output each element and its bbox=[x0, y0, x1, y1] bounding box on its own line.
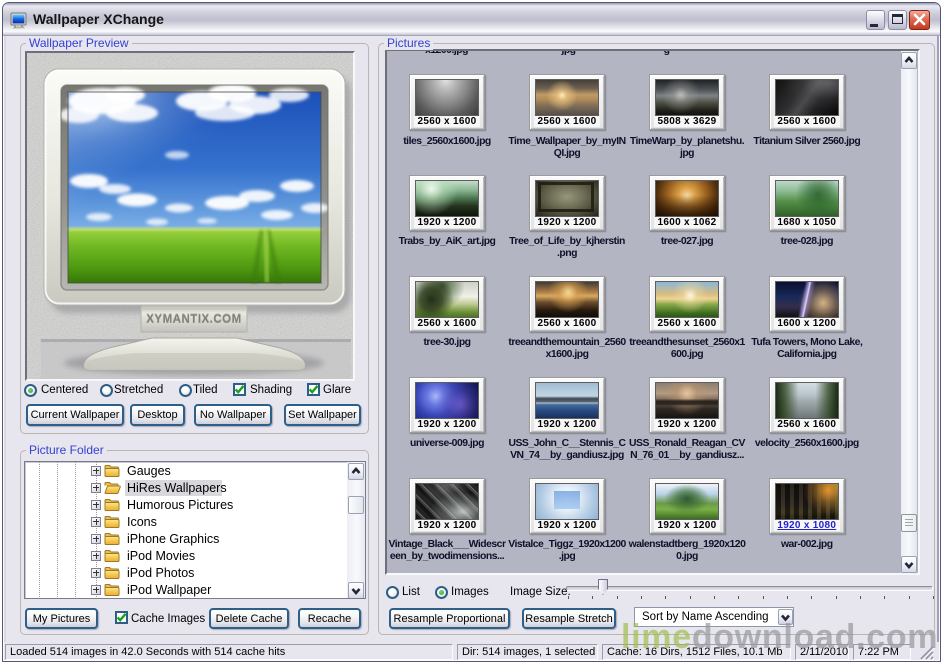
svg-text:XYMANTIX.COM: XYMANTIX.COM bbox=[146, 313, 241, 325]
